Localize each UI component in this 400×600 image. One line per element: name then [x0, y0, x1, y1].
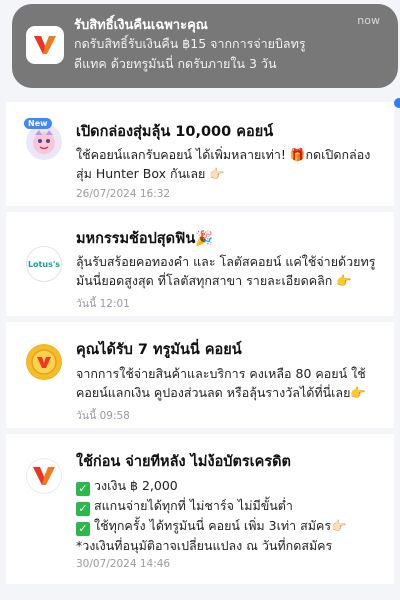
- truemoney-logo-icon: [26, 458, 62, 494]
- truemoney-coin-icon: [26, 344, 62, 380]
- message-body: ✓ วงเงิน ฿ 2,000 ✓ สแกนจ่ายได้ทุกที่ ไม่ชา…: [76, 478, 347, 553]
- notification-title: รับสิทธิ์เงินคืนเฉพาะคุณ: [74, 18, 208, 33]
- message-time: 30/07/2024 14:46: [76, 558, 171, 570]
- inbox-feed: New เปิดกล่องสุ่มลุ้น 10,000 คอยน์ ใช้คอ…: [0, 94, 400, 600]
- list-item[interactable]: คุณได้รับ 7 ทรูมันนี่ คอยน์ จากการใช้จ่า…: [6, 322, 394, 428]
- list-item[interactable]: Lotus's มหกรรมช้อปสุดฟิน🎉 ลุ้นรับสร้อยคอ…: [6, 212, 394, 316]
- list-item[interactable]: ใช้ก่อน จ่ายทีหลัง ไม่ง้อบัตรเครดิต ✓ วงเ…: [6, 434, 394, 584]
- message-title: คุณได้รับ 7 ทรูมันนี่ คอยน์: [76, 342, 242, 358]
- message-body: จากการใช้จ่ายสินค้าและบริการ คงเหลือ 80 …: [76, 366, 366, 400]
- check-icon: ✓: [76, 522, 90, 536]
- message-title: มหกรรมช้อปสุดฟิน🎉: [76, 231, 214, 247]
- message-body: ลุ้นรับสร้อยคอทองคำ และ โลตัสคอยน์ แค่ใช…: [76, 254, 376, 288]
- message-body: ใช้คอยน์แลกรับคอยน์ ได้เพิ่มหลายเท่า! 🎁ก…: [76, 147, 371, 181]
- hunter-box-icon: New: [24, 118, 62, 160]
- push-notification[interactable]: รับสิทธิ์เงินคืนเฉพาะคุณ now กดรับสิทธิ์…: [12, 4, 398, 88]
- message-time: 26/07/2024 16:32: [76, 188, 171, 200]
- notification-body: กดรับสิทธิ์รับเงินคืน ฿15 จากการจ่ายบิลท…: [74, 36, 306, 71]
- unread-indicator: [394, 98, 400, 108]
- check-icon: ✓: [76, 502, 90, 516]
- message-time: วันนี้ 12:01: [76, 298, 130, 310]
- lotuss-logo-icon: Lotus's: [26, 246, 62, 282]
- notification-time: now: [357, 14, 380, 27]
- new-badge: New: [24, 118, 52, 129]
- truemoney-icon: [26, 26, 64, 64]
- message-title: เปิดกล่องสุ่มลุ้น 10,000 คอยน์: [76, 124, 274, 140]
- message-time: วันนี้ 09:58: [76, 410, 130, 422]
- message-title: ใช้ก่อน จ่ายทีหลัง ไม่ง้อบัตรเครดิต: [76, 454, 291, 470]
- list-item[interactable]: New เปิดกล่องสุ่มลุ้น 10,000 คอยน์ ใช้คอ…: [6, 102, 394, 206]
- check-icon: ✓: [76, 482, 90, 496]
